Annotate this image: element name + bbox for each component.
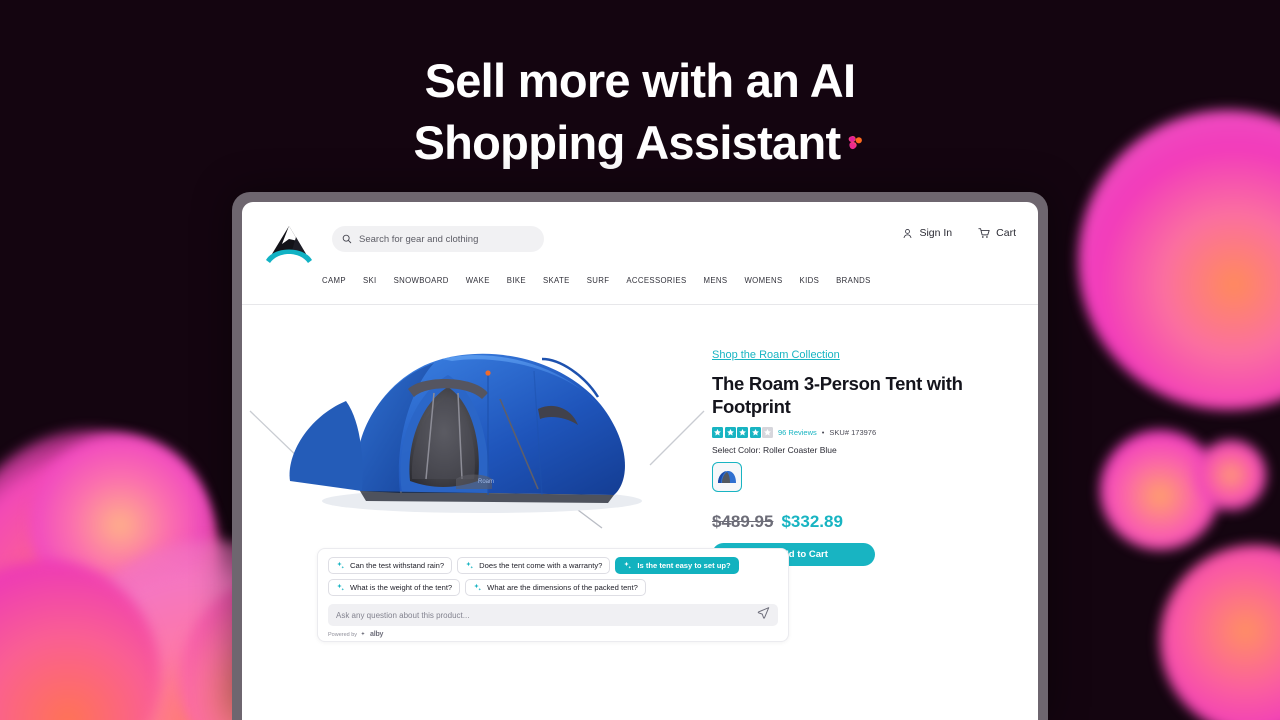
rating-row: 96 Reviews • SKU# 173976	[712, 427, 1012, 438]
suggestion-chip-dimensions[interactable]: What are the dimensions of the packed te…	[465, 579, 646, 596]
product-title: The Roam 3-Person Tent with Footprint	[712, 373, 963, 417]
nav-item-surf[interactable]: SURF	[587, 276, 610, 285]
nav-item-ski[interactable]: SKI	[363, 276, 377, 285]
sparkle-icon	[624, 561, 632, 569]
product-info: Shop the Roam Collection The Roam 3-Pers…	[712, 313, 1012, 566]
cart-button[interactable]: Cart	[978, 227, 1016, 239]
nav-item-mens[interactable]: MENS	[704, 276, 728, 285]
chat-input[interactable]: Ask any question about this product...	[328, 604, 778, 626]
sparkle-icon	[466, 561, 474, 569]
sign-in-label: Sign In	[919, 227, 953, 239]
browser-screen: Search for gear and clothing Sign In Car…	[242, 202, 1038, 720]
suggestion-label: Does the tent come with a warranty?	[479, 561, 603, 570]
svg-text:Roam: Roam	[478, 479, 494, 485]
store-logo[interactable]	[258, 220, 320, 268]
alby-assistant-widget: Can the test withstand rain? Does the te…	[317, 548, 789, 642]
sign-in-button[interactable]: Sign In	[902, 227, 952, 239]
reviews-count[interactable]: 96 Reviews	[778, 428, 817, 437]
suggestion-label: What are the dimensions of the packed te…	[487, 583, 638, 592]
powered-by-brand: alby	[370, 631, 384, 638]
headline-line-2: Shopping Assistant	[413, 116, 842, 169]
star-filled-icon	[737, 427, 748, 438]
send-icon	[757, 607, 770, 619]
nav-item-accessories[interactable]: ACCESSORIES	[626, 276, 686, 285]
nav-item-womens[interactable]: WOMENS	[744, 276, 782, 285]
sparkle-icon	[474, 583, 482, 591]
suggestion-chip-weight[interactable]: What is the weight of the tent?	[328, 579, 461, 596]
selected-color-label: Select Color: Roller Coaster Blue	[712, 445, 837, 455]
laptop-frame: Search for gear and clothing Sign In Car…	[232, 192, 1048, 720]
suggestion-label: Is the tent easy to set up?	[637, 561, 731, 570]
powered-by: Powered by alby	[328, 631, 778, 638]
nav-item-skate[interactable]: SKATE	[543, 276, 570, 285]
tent-thumbnail-icon	[718, 471, 736, 483]
suggestion-label: What is the weight of the tent?	[350, 583, 453, 592]
user-icon	[904, 228, 912, 238]
star-filled-icon	[712, 427, 723, 438]
sparkle-icon	[337, 583, 345, 591]
nav-item-wake[interactable]: WAKE	[466, 276, 490, 285]
search-icon	[342, 234, 352, 244]
star-filled-icon	[724, 427, 736, 438]
star-empty-icon	[762, 427, 773, 438]
gradient-blob	[1196, 440, 1266, 510]
cart-label: Cart	[996, 227, 1016, 239]
nav-item-bike[interactable]: BIKE	[507, 276, 526, 285]
category-nav: CAMP SKI SNOWBOARD WAKE BIKE SKATE SURF …	[258, 268, 1022, 285]
sku-text: SKU# 173976	[829, 428, 877, 437]
headline-line-2-wrap: Shopping Assistant	[414, 110, 867, 172]
star-rating	[712, 427, 773, 438]
chat-input-placeholder: Ask any question about this product...	[336, 610, 470, 620]
search-input[interactable]: Search for gear and clothing	[332, 226, 544, 252]
send-button[interactable]	[757, 606, 770, 624]
powered-by-text: Powered by	[328, 631, 358, 638]
suggestion-chip-setup[interactable]: Is the tent easy to set up?	[615, 557, 739, 574]
suggestion-label: Can the test withstand rain?	[350, 561, 445, 570]
suggestion-chip-warranty[interactable]: Does the tent come with a warranty?	[457, 557, 611, 574]
header-actions: Sign In Cart	[902, 227, 1022, 239]
nav-item-kids[interactable]: KIDS	[800, 276, 820, 285]
site-header: Search for gear and clothing Sign In Car…	[242, 202, 1038, 305]
headline-line-1: Sell more with an AI	[424, 54, 857, 107]
price-row: $489.95 $332.89	[712, 512, 1012, 532]
alby-logo-mark-icon	[842, 110, 866, 150]
sale-price: $332.89	[781, 512, 843, 531]
suggestion-chip-rain[interactable]: Can the test withstand rain?	[328, 557, 453, 574]
hero-headline: Sell more with an AI Shopping Assistant	[0, 52, 1280, 172]
collection-link[interactable]: Shop the Roam Collection	[712, 349, 840, 361]
promo-screenshot: Sell more with an AI Shopping Assistant	[0, 0, 1280, 720]
nav-item-snowboard[interactable]: SNOWBOARD	[394, 276, 449, 285]
rating-separator: •	[821, 428, 825, 437]
star-filled-icon	[749, 427, 761, 438]
gradient-blob	[1160, 545, 1280, 720]
product-image[interactable]: Roam	[242, 313, 712, 543]
search-placeholder: Search for gear and clothing	[359, 233, 479, 245]
sparkle-icon	[337, 561, 345, 569]
nav-item-camp[interactable]: CAMP	[322, 276, 346, 285]
suggested-questions: Can the test withstand rain? Does the te…	[328, 557, 778, 596]
color-swatch-roller-coaster-blue[interactable]	[712, 462, 742, 492]
cart-icon	[978, 228, 990, 238]
product-detail: Roam Shop the Roam Collection The Roam 3…	[242, 305, 1038, 566]
original-price: $489.95	[712, 512, 774, 531]
alby-logo-mark-icon	[361, 631, 365, 636]
nav-item-brands[interactable]: BRANDS	[836, 276, 871, 285]
